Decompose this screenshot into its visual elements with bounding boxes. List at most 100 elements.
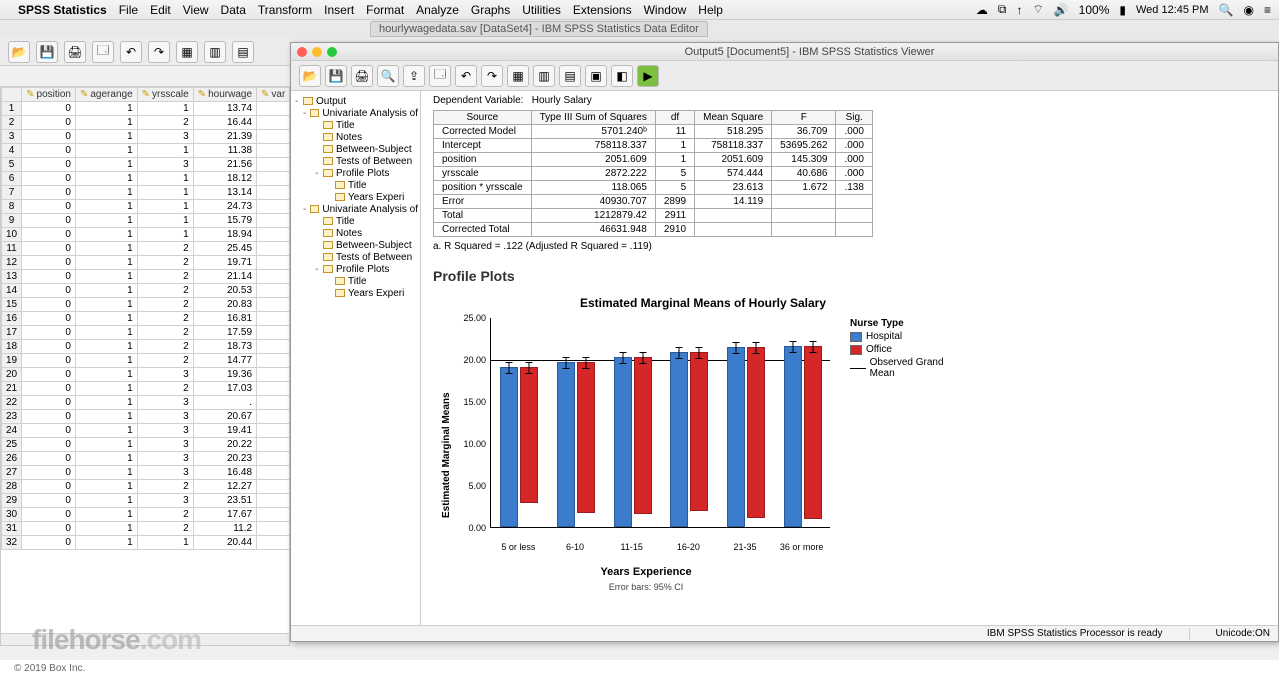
menu-utilities[interactable]: Utilities [522, 3, 561, 17]
menu-edit[interactable]: Edit [150, 3, 171, 17]
table-row[interactable]: 701113.14 [2, 186, 290, 200]
app-name[interactable]: SPSS Statistics [18, 3, 107, 17]
menu-data[interactable]: Data [221, 3, 246, 17]
table-row[interactable]: 2401319.41 [2, 424, 290, 438]
save-icon[interactable]: 💾 [325, 65, 347, 87]
table-row[interactable]: 1001118.94 [2, 228, 290, 242]
table-row[interactable]: 401111.38 [2, 144, 290, 158]
menu-transform[interactable]: Transform [258, 3, 312, 17]
outline-item[interactable]: Title [293, 215, 418, 227]
open-icon[interactable]: 📂 [8, 41, 30, 63]
updates-icon[interactable]: ↑ [1016, 3, 1022, 17]
clock[interactable]: Wed 12:45 PM [1136, 4, 1209, 16]
spotlight-icon[interactable]: 🔍 [1219, 3, 1234, 17]
menu-view[interactable]: View [183, 3, 209, 17]
table-row[interactable]: 501321.56 [2, 158, 290, 172]
outline-item[interactable]: Notes [293, 227, 418, 239]
table-row[interactable]: 2101217.03 [2, 382, 290, 396]
volume-icon[interactable]: 🔊 [1054, 3, 1069, 17]
menu-window[interactable]: Window [644, 3, 687, 17]
outline-item[interactable]: Tests of Between [293, 251, 418, 263]
menu-help[interactable]: Help [698, 3, 723, 17]
undo-icon[interactable]: ↶ [120, 41, 142, 63]
table-row[interactable]: 1301221.14 [2, 270, 290, 284]
outline-item[interactable]: Title [293, 179, 418, 191]
outline-item[interactable]: -Profile Plots [293, 167, 418, 179]
wifi-icon[interactable]: ⌔ [1032, 2, 1043, 17]
outline-item[interactable]: -Profile Plots [293, 263, 418, 275]
designate-window-icon[interactable]: ◧ [611, 65, 633, 87]
menu-extensions[interactable]: Extensions [573, 3, 632, 17]
table-row[interactable]: 1201219.71 [2, 256, 290, 270]
outline-item[interactable]: Years Experi [293, 287, 418, 299]
table-row[interactable]: Total1212879.422911 [434, 209, 873, 223]
outline-item[interactable]: Between-Subject [293, 143, 418, 155]
table-row[interactable]: Corrected Total46631.9482910 [434, 223, 873, 237]
menu-format[interactable]: Format [366, 3, 404, 17]
outline-item[interactable]: -Univariate Analysis of [293, 107, 418, 119]
table-row[interactable]: 2801212.27 [2, 480, 290, 494]
table-row[interactable]: 2501320.22 [2, 438, 290, 452]
table-row[interactable]: 1901214.77 [2, 354, 290, 368]
table-row[interactable]: Corrected Model5701.240ᵇ11518.29536.709.… [434, 125, 873, 139]
data-editor-title[interactable]: hourlywagedata.sav [DataSet4] - IBM SPSS… [370, 21, 708, 37]
table-row[interactable]: position * yrsscale118.065523.6131.672.1… [434, 181, 873, 195]
table-row[interactable]: 301321.39 [2, 130, 290, 144]
viewer-titlebar[interactable]: Output5 [Document5] - IBM SPSS Statistic… [291, 43, 1278, 61]
table-row[interactable]: 3101211.2 [2, 522, 290, 536]
table-row[interactable]: 2001319.36 [2, 368, 290, 382]
table-row[interactable]: position2051.60912051.609145.309.000 [434, 153, 873, 167]
print-preview-icon[interactable]: 🔍 [377, 65, 399, 87]
outline-item[interactable]: Title [293, 275, 418, 287]
anova-table[interactable]: SourceType III Sum of SquaresdfMean Squa… [433, 110, 873, 237]
table-row[interactable]: 2901323.51 [2, 494, 290, 508]
goto-case-icon[interactable]: ▥ [533, 65, 555, 87]
table-row[interactable]: yrsscale2872.2225574.44440.686.000 [434, 167, 873, 181]
outline-item[interactable]: Tests of Between [293, 155, 418, 167]
outline-item[interactable]: Years Experi [293, 191, 418, 203]
table-row[interactable]: 2301320.67 [2, 410, 290, 424]
export-icon[interactable]: ⇪ [403, 65, 425, 87]
viewer-content[interactable]: Dependent Variable: Hourly Salary Source… [421, 91, 1278, 625]
data-grid[interactable]: ✎position✎agerange✎yrsscale✎hourwage✎var… [0, 86, 290, 646]
goto-variable-icon[interactable]: ▥ [204, 41, 226, 63]
menu-insert[interactable]: Insert [324, 3, 354, 17]
notifications-icon[interactable]: ≡ [1264, 3, 1271, 17]
siri-icon[interactable]: ◉ [1244, 3, 1254, 17]
table-row[interactable]: 2701316.48 [2, 466, 290, 480]
run-icon[interactable]: ▶ [637, 65, 659, 87]
outline-item[interactable]: Between-Subject [293, 239, 418, 251]
outline-pane[interactable]: -Output-Univariate Analysis ofTitleNotes… [291, 91, 421, 625]
table-row[interactable]: 601118.12 [2, 172, 290, 186]
redo-icon[interactable]: ↷ [148, 41, 170, 63]
outline-item[interactable]: -Output [293, 95, 418, 107]
table-row[interactable]: 901115.79 [2, 214, 290, 228]
outline-item[interactable]: Title [293, 119, 418, 131]
table-row[interactable]: 101113.74 [2, 102, 290, 116]
table-row[interactable]: 2601320.23 [2, 452, 290, 466]
table-row[interactable]: 201216.44 [2, 116, 290, 130]
table-row[interactable]: Error40930.707289914.119 [434, 195, 873, 209]
table-row[interactable]: 3201120.44 [2, 536, 290, 550]
table-row[interactable]: 22013. [2, 396, 290, 410]
outline-item[interactable]: Notes [293, 131, 418, 143]
table-row[interactable]: Intercept758118.3371758118.33753695.262.… [434, 139, 873, 153]
goto-data-icon[interactable]: ▦ [507, 65, 529, 87]
table-row[interactable]: 1401220.53 [2, 284, 290, 298]
outline-item[interactable]: -Univariate Analysis of [293, 203, 418, 215]
select-last-icon[interactable]: ▣ [585, 65, 607, 87]
minimize-icon[interactable] [312, 47, 322, 57]
dialog-recall-icon[interactable]: 🗔 [429, 65, 451, 87]
save-icon[interactable]: 💾 [36, 41, 58, 63]
undo-icon[interactable]: ↶ [455, 65, 477, 87]
table-row[interactable]: 1501220.83 [2, 298, 290, 312]
menu-file[interactable]: File [119, 3, 138, 17]
redo-icon[interactable]: ↷ [481, 65, 503, 87]
open-icon[interactable]: 📂 [299, 65, 321, 87]
menu-analyze[interactable]: Analyze [416, 3, 459, 17]
table-row[interactable]: 3001217.67 [2, 508, 290, 522]
battery-icon[interactable]: ▮ [1119, 3, 1126, 17]
dialog-recall-icon[interactable]: 🗔 [92, 41, 114, 63]
table-row[interactable]: 801124.73 [2, 200, 290, 214]
dropbox-icon[interactable]: ⧉ [998, 2, 1007, 17]
